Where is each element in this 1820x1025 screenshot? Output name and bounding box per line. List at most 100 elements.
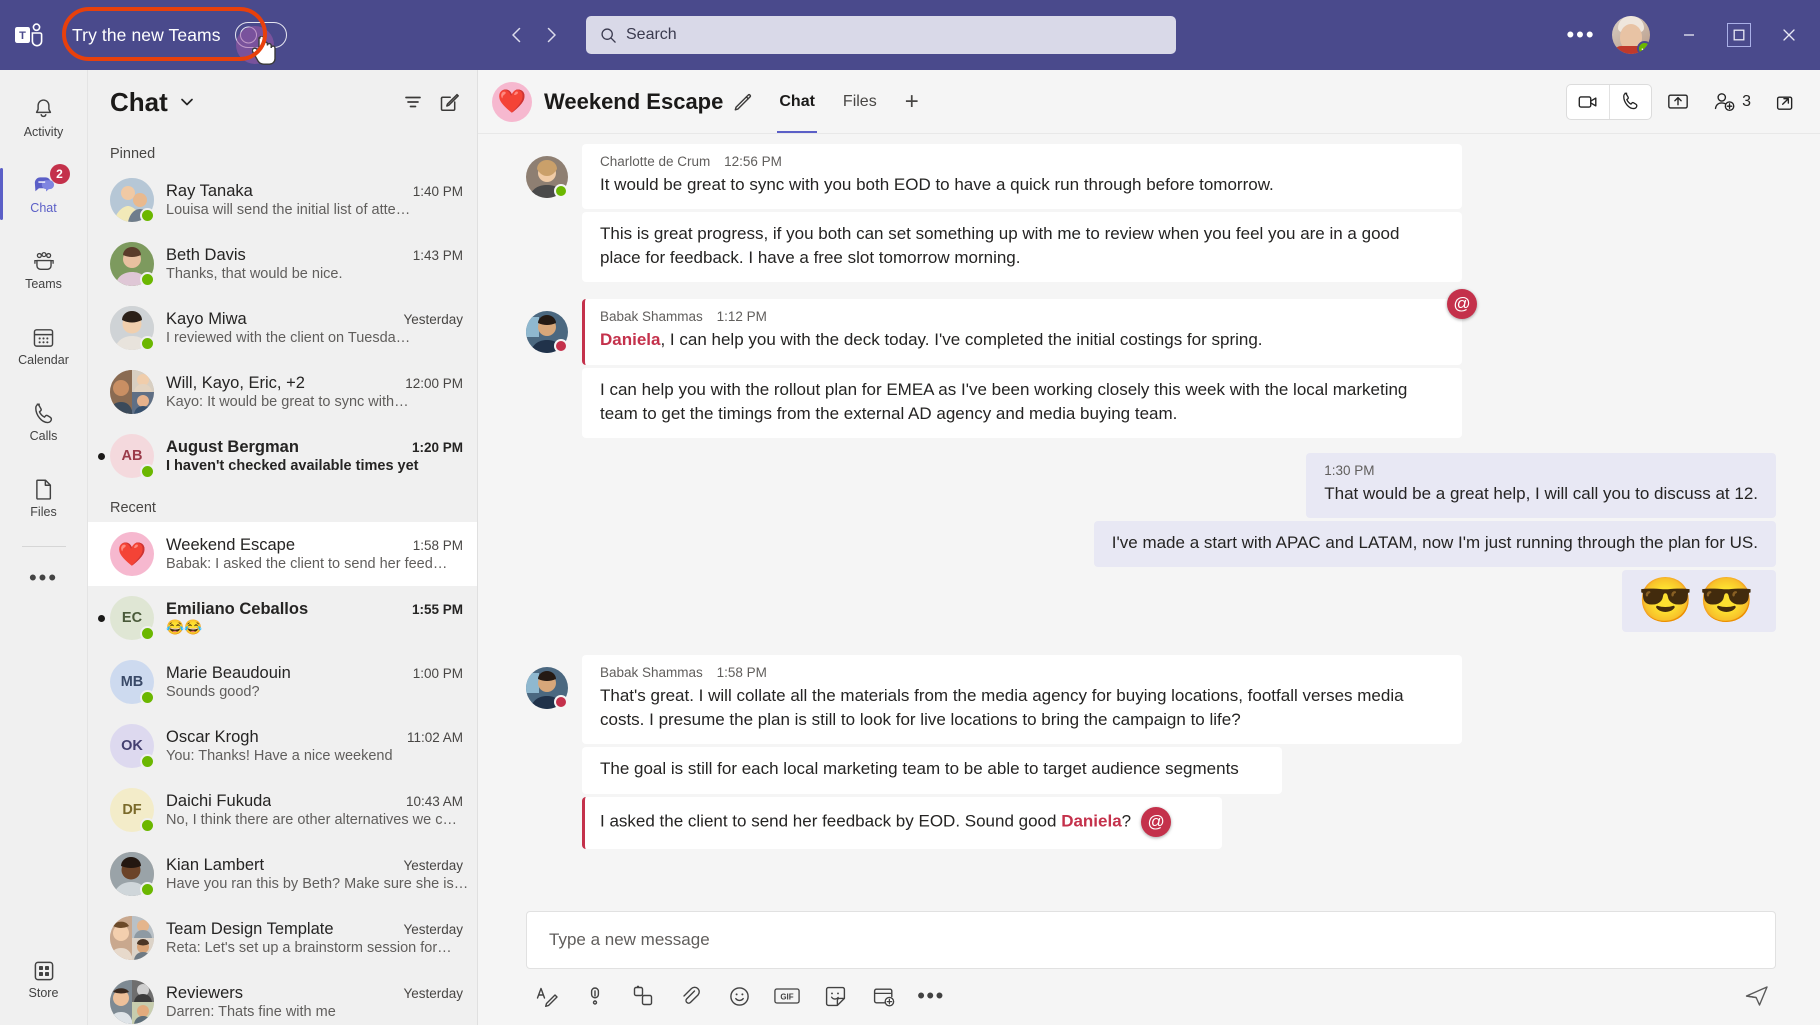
tab-chat[interactable]: Chat: [767, 70, 827, 133]
mention-name[interactable]: Daniela: [600, 330, 660, 349]
apps-icon[interactable]: [870, 983, 896, 1009]
chat-preview: Reta: Let's set up a brainstorm session …: [166, 939, 452, 956]
sticker-icon[interactable]: [822, 983, 848, 1009]
message-bubble-outgoing-emoji[interactable]: 😎😎: [1622, 570, 1776, 633]
list-item[interactable]: Will, Kayo, Eric, +2 12:00 PM Kayo: It w…: [88, 360, 477, 424]
close-button[interactable]: [1766, 12, 1812, 58]
chat-name: Ray Tanaka: [166, 181, 253, 200]
list-item[interactable]: OK Oscar Krogh 11:02 AM You: Thanks! Hav…: [88, 714, 477, 778]
forward-button[interactable]: [534, 18, 568, 52]
attach-icon[interactable]: [678, 983, 704, 1009]
list-item[interactable]: Reviewers Yesterday Darren: Thats fine w…: [88, 970, 477, 1025]
search-input[interactable]: Search: [586, 16, 1176, 54]
list-item[interactable]: Beth Davis 1:43 PM Thanks, that would be…: [88, 232, 477, 296]
chat-name: Kian Lambert: [166, 855, 265, 874]
add-people-button[interactable]: 3: [1704, 84, 1759, 120]
message-bubble[interactable]: The goal is still for each local marketi…: [582, 747, 1282, 794]
sidebar-item-label: Calendar: [18, 353, 69, 367]
chat-list-scroll[interactable]: Pinned Ray Tanaka 1:40 PM Louisa will se…: [88, 134, 477, 1025]
filter-icon[interactable]: [402, 91, 424, 113]
list-item[interactable]: Team Design Template Yesterday Reta: Let…: [88, 906, 477, 970]
message-bubble[interactable]: I asked the client to send her feedback …: [582, 796, 1222, 849]
sidebar-item-calendar[interactable]: Calendar: [0, 308, 88, 384]
message-author: Babak Shammas: [600, 665, 703, 681]
message-bubble-outgoing[interactable]: I've made a start with APAC and LATAM, n…: [1093, 520, 1776, 567]
compose-area: Type a new message GIF •••: [478, 899, 1820, 1025]
message-bubble[interactable]: I can help you with the rollout plan for…: [582, 367, 1462, 438]
emoji-icon[interactable]: [726, 983, 752, 1009]
message-bubble-outgoing[interactable]: 1:30 PM That would be a great help, I wi…: [1306, 452, 1776, 518]
chevron-down-icon[interactable]: [178, 93, 196, 111]
audio-call-icon[interactable]: [1609, 84, 1651, 119]
message-bubble[interactable]: This is great progress, if you both can …: [582, 212, 1462, 283]
message-time: 1:12 PM: [716, 309, 767, 325]
avatar-group: [110, 916, 154, 960]
settings-more-button[interactable]: •••: [1560, 15, 1602, 55]
maximize-button[interactable]: [1716, 12, 1762, 58]
avatar[interactable]: [1612, 16, 1650, 54]
grid-apps-icon: [32, 959, 56, 983]
list-item[interactable]: Ray Tanaka 1:40 PM Louisa will send the …: [88, 168, 477, 232]
teams-logo-icon: T: [14, 20, 48, 50]
video-call-icon[interactable]: [1567, 85, 1609, 119]
phone-icon: [31, 401, 56, 426]
back-button[interactable]: [500, 18, 534, 52]
new-chat-icon[interactable]: [438, 91, 461, 114]
conversation-title: Weekend Escape: [544, 88, 724, 114]
importance-icon[interactable]: [582, 983, 608, 1009]
chat-name: Will, Kayo, Eric, +2: [166, 373, 305, 392]
list-item-text: Marie Beaudouin 1:00 PM Sounds good?: [166, 664, 463, 701]
sidebar-item-files[interactable]: Files: [0, 460, 88, 536]
outgoing-column: 1:30 PM That would be a great help, I wi…: [526, 452, 1776, 635]
tab-files[interactable]: Files: [831, 70, 889, 133]
list-item-text: August Bergman 1:20 PM I haven't checked…: [166, 438, 463, 475]
gif-icon[interactable]: GIF: [774, 983, 800, 1009]
rail-divider: [21, 546, 66, 547]
avatar-initials: OK: [121, 738, 143, 754]
message-text: This is great progress, if you both can …: [600, 224, 1400, 268]
format-icon[interactable]: [534, 983, 560, 1009]
message-text: The goal is still for each local marketi…: [600, 759, 1239, 779]
message-text-rest: , I can help you with the deck today. I'…: [660, 330, 1263, 350]
list-item[interactable]: ❤️ Weekend Escape 1:58 PM Babak: I asked…: [88, 522, 477, 586]
message-bubble[interactable]: Babak Shammas 1:12 PM Daniela, I can hel…: [582, 289, 1477, 365]
presence-available-icon: [140, 818, 155, 833]
message-text: That's great. I will collate all the mat…: [600, 686, 1404, 730]
list-item[interactable]: Kian Lambert Yesterday Have you ran this…: [88, 842, 477, 906]
add-tab-button[interactable]: +: [893, 88, 931, 116]
unread-dot: [98, 452, 105, 460]
sidebar-item-activity[interactable]: Activity: [0, 80, 88, 156]
sidebar-item-store[interactable]: Store: [0, 941, 88, 1017]
list-item[interactable]: Kayo Miwa Yesterday I reviewed with the …: [88, 296, 477, 360]
mention-name[interactable]: Daniela: [1061, 811, 1121, 830]
minimize-button[interactable]: [1666, 12, 1712, 58]
sidebar-item-teams[interactable]: Teams: [0, 232, 88, 308]
message-list[interactable]: Charlotte de Crum 12:56 PM It would be g…: [478, 134, 1820, 899]
list-item[interactable]: DF Daichi Fukuda 10:43 AM No, I think th…: [88, 778, 477, 842]
message-bubble[interactable]: Babak Shammas 1:58 PM That's great. I wi…: [582, 655, 1462, 745]
list-item[interactable]: AB August Bergman 1:20 PM I haven't chec…: [88, 424, 477, 488]
message-group-body: Charlotte de Crum 12:56 PM It would be g…: [582, 144, 1776, 285]
message-input[interactable]: Type a new message: [526, 911, 1776, 969]
message-bubble[interactable]: Charlotte de Crum 12:56 PM It would be g…: [582, 144, 1462, 210]
pencil-icon[interactable]: [733, 92, 753, 112]
share-screen-icon[interactable]: [1658, 84, 1698, 120]
send-icon[interactable]: [1742, 981, 1772, 1011]
sidebar-item-label: Files: [30, 505, 57, 519]
list-item[interactable]: MB Marie Beaudouin 1:00 PM Sounds good?: [88, 650, 477, 714]
sidebar-item-chat[interactable]: 2 Chat: [0, 156, 88, 232]
rail-more-apps-button[interactable]: •••: [0, 551, 88, 605]
pop-out-icon[interactable]: [1765, 84, 1804, 120]
sidebar-item-calls[interactable]: Calls: [0, 384, 88, 460]
title-bar-right: •••: [1560, 12, 1820, 58]
loop-component-icon[interactable]: [630, 983, 656, 1009]
more-options-icon[interactable]: •••: [917, 983, 944, 1009]
chat-name: Oscar Krogh: [166, 727, 259, 746]
message-group: Charlotte de Crum 12:56 PM It would be g…: [526, 144, 1776, 285]
avatar: EC: [110, 596, 155, 641]
sidebar-item-label: Chat: [30, 201, 57, 215]
message-text: I asked the client to send her feedback …: [600, 806, 1204, 837]
avatar: OK: [110, 724, 155, 769]
list-item[interactable]: EC Emiliano Ceballos 1:55 PM 😂😂: [88, 586, 477, 650]
people-count: 3: [1742, 92, 1751, 110]
